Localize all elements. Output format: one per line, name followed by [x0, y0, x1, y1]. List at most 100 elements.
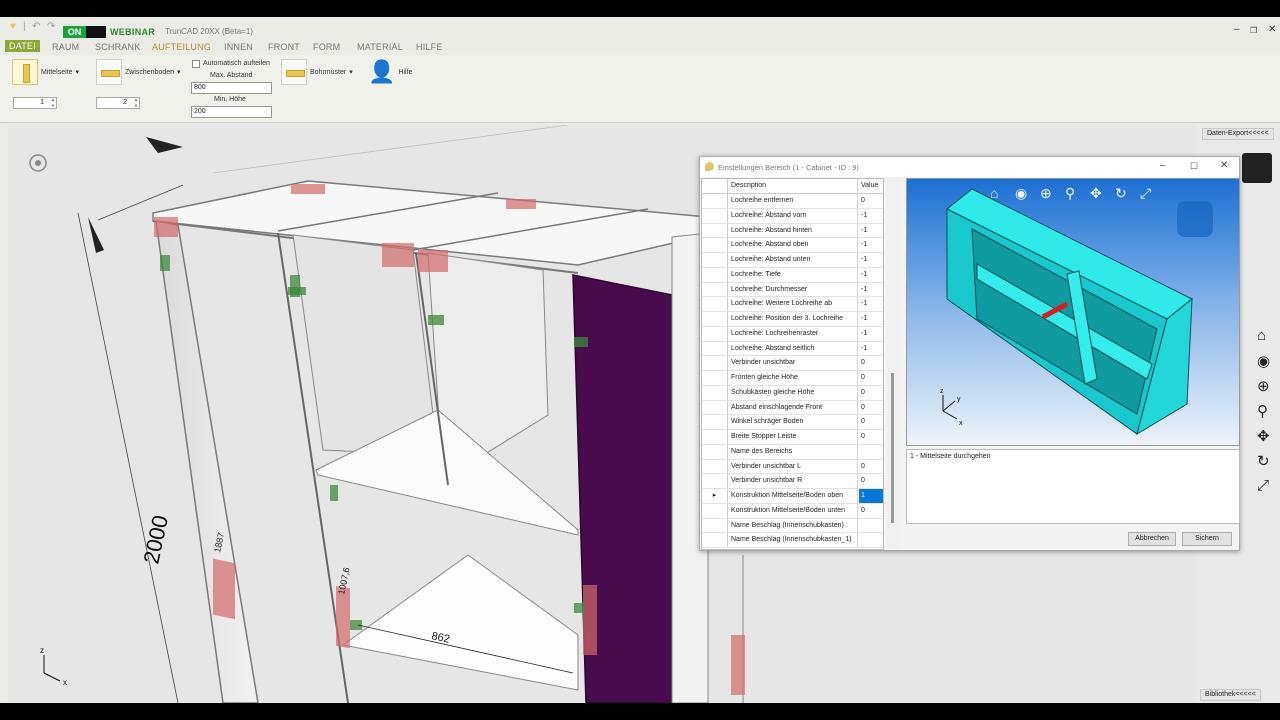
- row-value[interactable]: 1: [859, 489, 883, 503]
- zoom-window-icon[interactable]: ⊕: [1257, 377, 1270, 395]
- row-description: Konstruktion Mittelseite/Boden oben: [731, 489, 858, 503]
- close-icon[interactable]: ✕: [1268, 24, 1276, 35]
- grid-row[interactable]: Name des Bereichs: [702, 444, 883, 460]
- grid-row[interactable]: Verbinder unsichtbar L0: [702, 459, 883, 475]
- row-value[interactable]: -1: [859, 209, 883, 223]
- grid-row[interactable]: Lochreihe: Abstand oben -1: [702, 238, 883, 253]
- zwischenboden-button[interactable]: Zwischenboden ▾: [96, 59, 181, 85]
- row-value[interactable]: -1: [859, 283, 883, 297]
- grid-row[interactable]: Lochreihe: Weitere Lochreihe ab -1: [702, 297, 883, 312]
- home-view-icon[interactable]: ⌂: [1257, 327, 1266, 344]
- preview-3d[interactable]: ⌂ ◉ ⊕ ⚲ ✥ ↻ ⤢ z y x: [906, 178, 1240, 446]
- row-value[interactable]: -1: [859, 253, 883, 267]
- grid-row[interactable]: Name Beschlag (Innenschubkasten_1): [702, 533, 883, 548]
- row-value[interactable]: 0: [859, 401, 883, 415]
- menu-form[interactable]: FORM: [313, 42, 340, 52]
- row-value[interactable]: 0: [859, 415, 883, 429]
- redo-icon[interactable]: ↷: [47, 21, 55, 32]
- max-abstand-input[interactable]: 800: [191, 82, 272, 94]
- menu-datei[interactable]: DATEI: [5, 40, 40, 52]
- grid-row[interactable]: ▸ Konstruktion Mittelseite/Boden oben 1: [702, 489, 883, 504]
- row-value[interactable]: -1: [859, 297, 883, 311]
- row-value[interactable]: -1: [859, 342, 883, 356]
- row-value[interactable]: [859, 519, 883, 533]
- dialog-maximize-icon[interactable]: ☐: [1190, 161, 1198, 172]
- row-value[interactable]: -1: [859, 238, 883, 252]
- property-grid: Description Value Lochreihe entfernen 0 Lo…: [701, 178, 884, 550]
- mittelseite-button[interactable]: Mittelseite ▾: [12, 59, 79, 85]
- row-description: Lochreihe: Abstand hinten: [731, 223, 858, 238]
- grid-row[interactable]: Lochreihe: Abstand seitlich -1: [702, 341, 883, 357]
- hilfe-button[interactable]: 👤 Hilfe: [368, 59, 412, 85]
- menu-schrank[interactable]: SCHRANK: [95, 42, 140, 52]
- fit-all-icon[interactable]: ⤢: [1257, 477, 1269, 494]
- minimize-icon[interactable]: –: [1234, 24, 1240, 35]
- grid-row[interactable]: Breite Stopper Leiste 0: [702, 430, 883, 445]
- grid-row[interactable]: Konstruktion Mittelseite/Boden unten 0: [702, 503, 883, 519]
- row-value[interactable]: 0: [859, 371, 883, 385]
- row-value[interactable]: 0: [859, 386, 883, 400]
- menu-innen[interactable]: INNEN: [224, 42, 253, 52]
- min-hoehe-input[interactable]: 200: [191, 106, 272, 118]
- dropdown-arrow-icon[interactable]: ▾: [349, 68, 353, 76]
- row-value[interactable]: 0: [859, 356, 883, 370]
- cancel-button[interactable]: Abbrechen: [1128, 532, 1176, 546]
- grid-row[interactable]: Lochreihe: Abstand vorn -1: [702, 208, 883, 224]
- menu-aufteilung[interactable]: AUFTEILUNG: [152, 42, 211, 52]
- row-value[interactable]: 0: [859, 430, 883, 444]
- preview-view-cube-icon[interactable]: [1177, 201, 1213, 237]
- menu-hilfe[interactable]: HILFE: [416, 42, 443, 52]
- row-value[interactable]: [859, 445, 883, 459]
- orbit-view-icon[interactable]: ◉: [1257, 352, 1270, 370]
- grid-scrollbar[interactable]: [887, 178, 900, 550]
- grid-row[interactable]: Lochreihe: Position der 3. Lochreihe -1: [702, 312, 883, 327]
- grid-row[interactable]: Lochreihe: Abstand unten -1: [702, 253, 883, 268]
- daten-export-tab[interactable]: Daten-Export<<<<<: [1202, 128, 1274, 140]
- on-toggle[interactable]: ON: [63, 26, 86, 38]
- grid-row[interactable]: Verbinder unsichtbar 0: [702, 356, 883, 371]
- row-value[interactable]: -1: [859, 312, 883, 326]
- restore-icon[interactable]: ❐: [1250, 26, 1257, 35]
- grid-row[interactable]: Name Beschlag (Innenschubkasten): [702, 518, 883, 534]
- dialog-close-icon[interactable]: ✕: [1220, 160, 1228, 171]
- grid-row[interactable]: Winkel schräger Boden 0: [702, 415, 883, 430]
- grid-row[interactable]: Schubkästen gleiche Höhe 0: [702, 385, 883, 401]
- view-cube-icon[interactable]: [1242, 153, 1272, 183]
- row-value[interactable]: 0: [859, 474, 883, 488]
- grid-row[interactable]: Lochreihe: Lochreihenraster -1: [702, 326, 883, 342]
- bibliothek-tab[interactable]: Bibliothek<<<<<: [1200, 689, 1261, 701]
- bohrmuster-button[interactable]: Bohrmuster ▾: [281, 59, 353, 85]
- zoom-icon[interactable]: ⚲: [1257, 402, 1268, 420]
- row-value[interactable]: 0: [859, 194, 883, 208]
- scrollbar-thumb[interactable]: [891, 373, 894, 523]
- row-value[interactable]: -1: [859, 327, 883, 341]
- grid-row[interactable]: Lochreihe entfernen 0: [702, 194, 883, 209]
- row-value[interactable]: 0: [859, 460, 883, 474]
- grid-row[interactable]: Verbinder unsichtbar R0: [702, 474, 883, 489]
- undo-icon[interactable]: ↶: [32, 21, 40, 32]
- zwischenboden-count-stepper[interactable]: 2: [96, 97, 140, 109]
- pan-icon[interactable]: ✥: [1257, 427, 1270, 445]
- menu-raum[interactable]: RAUM: [52, 42, 79, 52]
- dropdown-arrow-icon[interactable]: ▾: [177, 68, 181, 76]
- grid-row[interactable]: Abstand einschlagende Front 0: [702, 400, 883, 416]
- row-value[interactable]: 0: [859, 504, 883, 518]
- dropdown-arrow-icon[interactable]: ▾: [76, 68, 80, 76]
- grid-row[interactable]: Fronten gleiche Höhe 0: [702, 371, 883, 386]
- row-description: Name Beschlag (Innenschubkasten): [731, 518, 858, 533]
- menu-material[interactable]: MATERIAL: [357, 42, 403, 52]
- row-value[interactable]: -1: [859, 224, 883, 238]
- rotate-icon[interactable]: ↻: [1257, 452, 1270, 470]
- on-toggle-off-area[interactable]: [86, 26, 106, 38]
- row-description: Lochreihe: Abstand seitlich: [731, 341, 858, 356]
- row-value[interactable]: [859, 533, 883, 547]
- grid-row[interactable]: Lochreihe: Durchmesser -1: [702, 282, 883, 298]
- dialog-minimize-icon[interactable]: –: [1160, 160, 1166, 171]
- save-button[interactable]: Sichern: [1182, 532, 1232, 546]
- grid-row[interactable]: Lochreihe: Abstand hinten -1: [702, 223, 883, 239]
- mittelseite-count-stepper[interactable]: 1: [13, 97, 57, 109]
- auto-checkbox[interactable]: [192, 60, 200, 68]
- row-value[interactable]: -1: [859, 268, 883, 282]
- grid-row[interactable]: Lochreihe: Tiefe -1: [702, 267, 883, 283]
- menu-front[interactable]: FRONT: [268, 42, 300, 52]
